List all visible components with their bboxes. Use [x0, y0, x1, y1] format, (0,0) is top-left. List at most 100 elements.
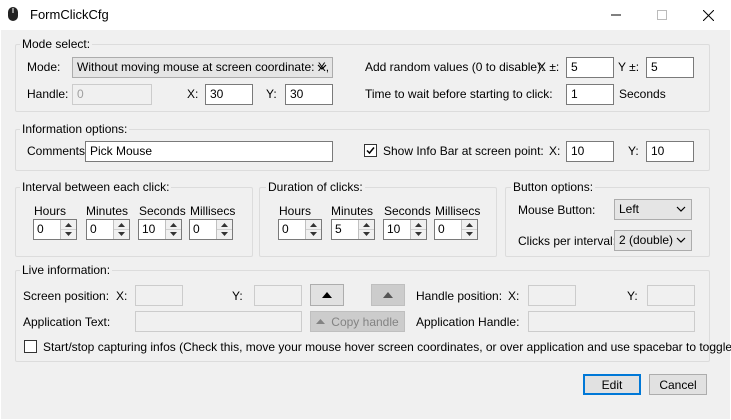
duration-seconds-label: Seconds: [384, 204, 431, 218]
interval-minutes-stepper[interactable]: 0: [86, 219, 130, 240]
arrow-down-icon[interactable]: [462, 229, 477, 238]
mode-label: Mode:: [27, 60, 61, 74]
duration-group-label: Duration of clicks:: [266, 180, 365, 194]
maximize-button[interactable]: [639, 0, 685, 30]
title-bar: FormClickCfg: [0, 0, 731, 30]
arrow-down-icon[interactable]: [166, 229, 181, 238]
interval-seconds-label: Seconds: [139, 204, 186, 218]
application-text-field[interactable]: [135, 311, 302, 332]
maximize-icon: [657, 10, 667, 20]
interval-seconds-stepper[interactable]: 10: [138, 219, 182, 240]
random-y-label: Y ±:: [618, 60, 640, 74]
y-label: Y:: [266, 87, 277, 101]
handle-y-field[interactable]: [647, 285, 695, 306]
duration-seconds-stepper[interactable]: 10: [383, 219, 427, 240]
info-y-field[interactable]: 10: [646, 141, 694, 162]
wait-time-label: Time to wait before starting to click:: [365, 87, 553, 101]
pick-screen-position-button[interactable]: [310, 284, 344, 306]
triangle-up-icon: [383, 292, 393, 298]
minimize-icon: [611, 14, 621, 16]
handle-x-field[interactable]: [528, 285, 576, 306]
screen-x-field[interactable]: [135, 285, 183, 306]
checkmark-icon: [366, 147, 375, 155]
arrow-down-icon[interactable]: [411, 229, 426, 238]
interval-millisecs-value: 0: [193, 222, 200, 236]
interval-minutes-value: 0: [90, 222, 97, 236]
handle-x-label: X:: [508, 289, 520, 303]
handle-label: Handle:: [27, 87, 69, 101]
mode-select-group-label: Mode select:: [20, 37, 93, 51]
comments-label: Comments:: [27, 144, 89, 158]
duration-millisecs-value: 0: [438, 222, 445, 236]
wait-time-field[interactable]: 1: [566, 84, 614, 105]
clicks-per-interval-select[interactable]: 2 (double): [614, 230, 692, 251]
capture-infos-label: Start/stop capturing infos (Check this, …: [43, 340, 731, 354]
copy-handle-button[interactable]: Copy handle: [310, 311, 405, 332]
duration-hours-label: Hours: [279, 204, 312, 218]
chevron-down-icon: [317, 64, 327, 70]
info-x-label: X:: [549, 144, 561, 158]
duration-hours-stepper[interactable]: 0: [278, 219, 322, 240]
triangle-up-icon: [316, 319, 326, 324]
close-icon: [702, 9, 714, 21]
window-title: FormClickCfg: [30, 7, 109, 22]
random-values-label: Add random values (0 to disable):: [365, 60, 545, 74]
triangle-up-icon: [322, 292, 332, 298]
clicks-per-interval-label: Clicks per interval:: [518, 234, 617, 248]
copy-handle-label: Copy handle: [331, 314, 399, 329]
handle-position-label: Handle position:: [416, 289, 503, 303]
show-info-bar-label: Show Info Bar at screen point:: [383, 144, 544, 158]
wait-unit-label: Seconds: [619, 87, 666, 101]
duration-seconds-value: 10: [387, 222, 401, 236]
x-field[interactable]: 30: [205, 84, 253, 105]
arrow-down-icon[interactable]: [114, 229, 129, 238]
handle-y-label: Y:: [627, 289, 638, 303]
interval-millisecs-stepper[interactable]: 0: [189, 219, 233, 240]
close-button[interactable]: [685, 0, 731, 30]
screen-y-label: Y:: [232, 289, 243, 303]
application-handle-label: Application Handle:: [416, 315, 520, 329]
minimize-button[interactable]: [593, 0, 639, 30]
arrow-down-icon[interactable]: [217, 229, 232, 238]
show-info-bar-checkbox[interactable]: [364, 144, 377, 157]
handle-field[interactable]: 0: [72, 84, 152, 105]
interval-minutes-label: Minutes: [86, 204, 129, 218]
arrow-down-icon[interactable]: [61, 229, 76, 238]
arrow-down-icon[interactable]: [306, 229, 321, 238]
screen-position-label: Screen position:: [23, 289, 110, 303]
duration-hours-value: 0: [282, 222, 289, 236]
random-y-field[interactable]: 5: [646, 57, 694, 78]
comments-field[interactable]: Pick Mouse: [85, 141, 333, 162]
duration-millisecs-stepper[interactable]: 0: [434, 219, 478, 240]
duration-minutes-stepper[interactable]: 5: [331, 219, 375, 240]
random-x-label: X ±:: [538, 60, 560, 74]
screen-x-label: X:: [116, 289, 128, 303]
info-options-group-label: Information options:: [20, 122, 130, 136]
x-label: X:: [187, 87, 199, 101]
live-info-group-label: Live information:: [20, 263, 113, 277]
button-options-group-label: Button options:: [511, 180, 596, 194]
info-y-label: Y:: [628, 144, 639, 158]
interval-seconds-value: 10: [142, 222, 156, 236]
interval-hours-value: 0: [37, 222, 44, 236]
duration-minutes-label: Minutes: [331, 204, 374, 218]
duration-millisecs-label: Millisecs: [435, 204, 481, 218]
y-field[interactable]: 30: [285, 84, 333, 105]
mouse-icon: [8, 7, 18, 21]
pick-handle-position-button[interactable]: [371, 284, 405, 306]
mouse-button-label: Mouse Button:: [518, 203, 596, 217]
interval-group-label: Interval between each click:: [20, 180, 172, 194]
mode-select[interactable]: Without moving mouse at screen coordinat…: [72, 57, 333, 78]
interval-hours-stepper[interactable]: 0: [33, 219, 77, 240]
random-x-field[interactable]: 5: [566, 57, 614, 78]
application-text-label: Application Text:: [23, 315, 111, 329]
info-x-field[interactable]: 10: [566, 141, 614, 162]
screen-y-field[interactable]: [254, 285, 302, 306]
arrow-down-icon[interactable]: [359, 229, 374, 238]
edit-button[interactable]: Edit: [583, 374, 641, 395]
application-handle-field[interactable]: [528, 311, 695, 332]
capture-infos-checkbox[interactable]: [24, 340, 37, 353]
cancel-button[interactable]: Cancel: [649, 374, 707, 395]
interval-millisecs-label: Millisecs: [190, 204, 236, 218]
mouse-button-select[interactable]: Left: [614, 199, 692, 220]
